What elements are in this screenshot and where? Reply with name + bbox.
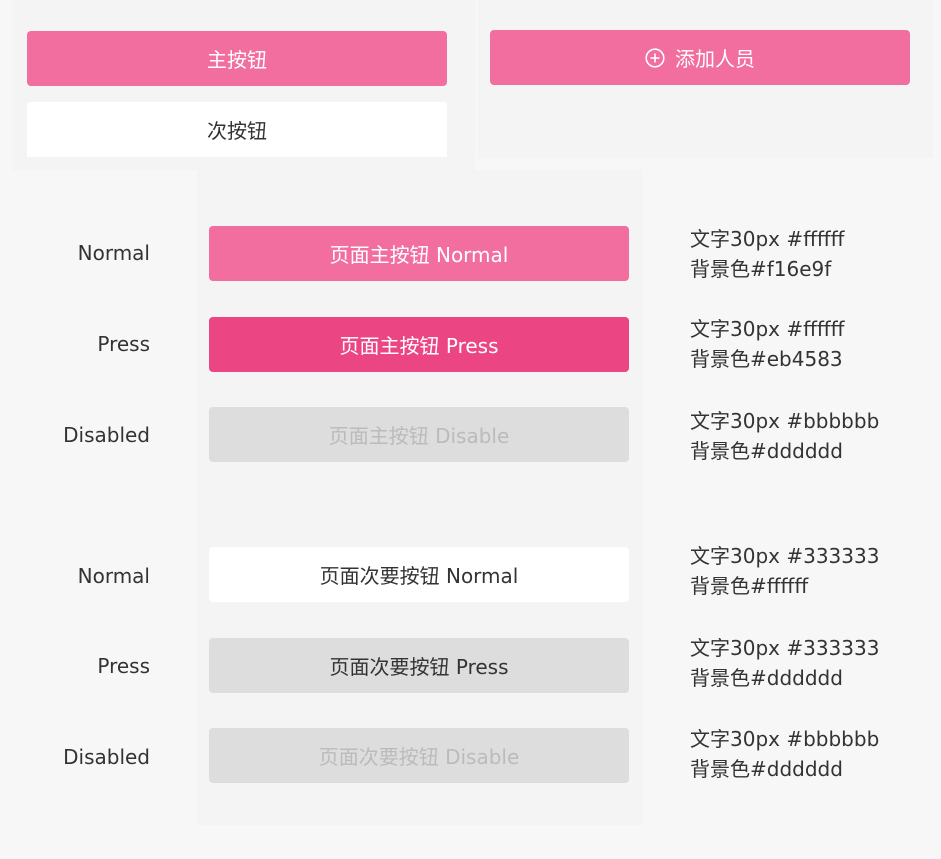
spec-primary-press: 文字30px #ffffff 背景色#eb4583	[690, 314, 844, 374]
page-primary-button-disabled: 页面主按钮 Disable	[209, 407, 629, 462]
spec-text: 文字30px #ffffff	[690, 317, 845, 341]
page-primary-button-press[interactable]: 页面主按钮 Press	[209, 317, 629, 372]
page-secondary-button-press-label: 页面次要按钮 Press	[329, 655, 509, 679]
spec-secondary-press: 文字30px #333333 背景色#dddddd	[690, 633, 879, 693]
spec-text: 文字30px #ffffff	[690, 227, 845, 251]
plus-circle-icon	[645, 47, 665, 68]
page-secondary-button-press[interactable]: 页面次要按钮 Press	[209, 638, 629, 693]
spec-primary-disabled: 文字30px #bbbbbb 背景色#dddddd	[690, 406, 879, 466]
add-person-button[interactable]: 添加人员	[490, 30, 910, 85]
spec-text: 文字30px #333333	[690, 636, 880, 660]
spec-bg: 背景色#dddddd	[690, 666, 843, 690]
page-primary-button-normal-label: 页面主按钮 Normal	[329, 243, 509, 267]
state-label-secondary-press: Press	[97, 654, 150, 678]
primary-button[interactable]: 主按钮	[27, 31, 447, 86]
spec-text: 文字30px #bbbbbb	[690, 409, 880, 433]
page-secondary-button-normal[interactable]: 页面次要按钮 Normal	[209, 547, 629, 602]
page-secondary-button-normal-label: 页面次要按钮 Normal	[319, 564, 519, 588]
page-secondary-button-disabled-label: 页面次要按钮 Disable	[318, 745, 520, 769]
state-label-secondary-normal: Normal	[77, 564, 150, 588]
spec-bg: 背景色#eb4583	[690, 347, 843, 371]
page-secondary-button-disabled: 页面次要按钮 Disable	[209, 728, 629, 783]
spec-primary-normal: 文字30px #ffffff 背景色#f16e9f	[690, 224, 844, 284]
add-person-label: 添加人员	[675, 47, 755, 71]
spec-text: 文字30px #bbbbbb	[690, 727, 880, 751]
state-label-secondary-disabled: Disabled	[63, 745, 150, 769]
secondary-button-label: 次按钮	[207, 119, 267, 143]
state-label-primary-disabled: Disabled	[63, 423, 150, 447]
secondary-button[interactable]: 次按钮	[27, 102, 447, 157]
spec-bg: 背景色#ffffff	[690, 574, 809, 598]
spec-secondary-disabled: 文字30px #bbbbbb 背景色#dddddd	[690, 724, 879, 784]
page-primary-button-normal[interactable]: 页面主按钮 Normal	[209, 226, 629, 281]
spec-secondary-normal: 文字30px #333333 背景色#ffffff	[690, 541, 879, 601]
primary-button-label: 主按钮	[207, 48, 267, 72]
spec-text: 文字30px #333333	[690, 544, 880, 568]
spec-bg: 背景色#dddddd	[690, 757, 843, 781]
spec-bg: 背景色#f16e9f	[690, 257, 832, 281]
spec-bg: 背景色#dddddd	[690, 439, 843, 463]
page-primary-button-disabled-label: 页面主按钮 Disable	[328, 424, 510, 448]
page-primary-button-press-label: 页面主按钮 Press	[339, 334, 499, 358]
state-label-primary-press: Press	[97, 332, 150, 356]
state-label-primary-normal: Normal	[77, 241, 150, 265]
